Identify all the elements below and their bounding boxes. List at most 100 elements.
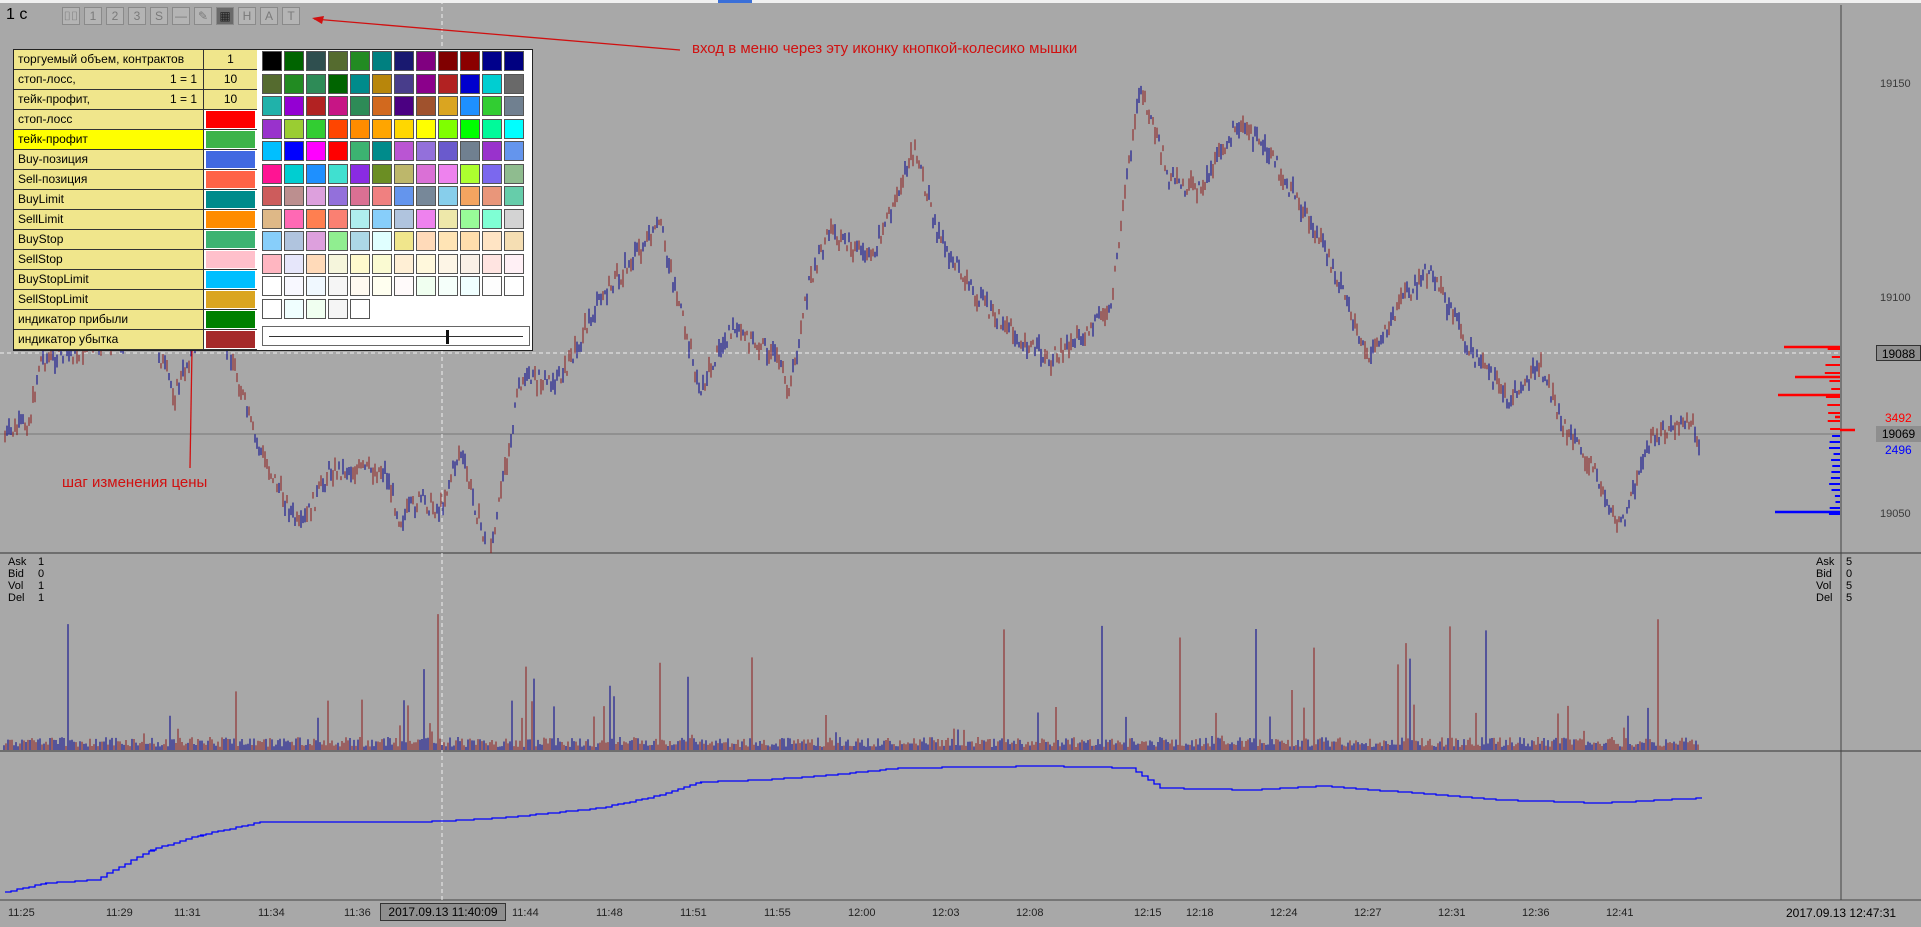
color-row[interactable]: SellStop [14, 250, 257, 270]
palette-color-cell[interactable] [416, 186, 436, 206]
palette-color-cell[interactable] [416, 73, 436, 94]
palette-color-cell[interactable] [460, 51, 480, 71]
palette-color-cell[interactable] [306, 163, 326, 184]
palette-color-cell[interactable] [350, 276, 370, 296]
palette-color-cell[interactable] [416, 96, 436, 116]
color-swatch[interactable] [206, 151, 255, 168]
palette-color-cell[interactable] [438, 73, 458, 94]
palette-color-cell[interactable] [284, 118, 304, 139]
palette-color-cell[interactable] [416, 276, 436, 296]
palette-color-cell[interactable] [460, 163, 480, 184]
color-row[interactable]: индикатор убытка [14, 330, 257, 350]
palette-color-cell[interactable] [504, 163, 524, 184]
palette-color-cell[interactable] [262, 231, 282, 251]
palette-color-cell[interactable] [504, 96, 524, 116]
palette-color-cell[interactable] [482, 96, 502, 116]
color-row[interactable]: BuyStop [14, 230, 257, 250]
palette-color-cell[interactable] [394, 186, 414, 206]
color-swatch[interactable] [206, 331, 255, 348]
palette-color-cell[interactable] [416, 163, 436, 184]
color-swatch[interactable] [206, 311, 255, 328]
palette-color-cell[interactable] [460, 276, 480, 296]
color-swatch[interactable] [206, 131, 255, 148]
palette-color-cell[interactable] [328, 186, 348, 206]
palette-color-cell[interactable] [460, 231, 480, 251]
palette-color-cell[interactable] [350, 186, 370, 206]
palette-color-cell[interactable] [438, 96, 458, 116]
color-swatch[interactable] [206, 251, 255, 268]
palette-color-cell[interactable] [284, 231, 304, 251]
palette-color-cell[interactable] [306, 186, 326, 206]
palette-color-cell[interactable] [394, 231, 414, 251]
color-swatch[interactable] [206, 231, 255, 248]
palette-color-cell[interactable] [350, 231, 370, 251]
palette-color-cell[interactable] [460, 141, 480, 161]
palette-color-cell[interactable] [394, 141, 414, 161]
take-profit-value[interactable]: 10 [204, 90, 257, 109]
palette-color-cell[interactable] [262, 163, 282, 184]
color-swatch[interactable] [206, 111, 255, 128]
palette-color-cell[interactable] [262, 96, 282, 116]
volume-value[interactable]: 1 [204, 50, 257, 69]
take-profit-ratio-value[interactable]: 1 [190, 92, 197, 106]
palette-color-cell[interactable] [262, 276, 282, 296]
palette-color-cell[interactable] [372, 96, 392, 116]
palette-color-cell[interactable] [460, 186, 480, 206]
palette-color-cell[interactable] [438, 231, 458, 251]
color-row[interactable]: стоп-лосс [14, 110, 257, 130]
palette-color-cell[interactable] [394, 208, 414, 229]
palette-color-cell[interactable] [284, 298, 304, 319]
palette-color-cell[interactable] [284, 163, 304, 184]
color-swatch[interactable] [206, 291, 255, 308]
palette-color-cell[interactable] [284, 253, 304, 274]
palette-color-cell[interactable] [416, 141, 436, 161]
slider-knob[interactable] [446, 330, 449, 344]
color-row[interactable]: SellLimit [14, 210, 257, 230]
palette-color-cell[interactable] [284, 96, 304, 116]
palette-color-cell[interactable] [306, 231, 326, 251]
palette-color-cell[interactable] [504, 231, 524, 251]
color-row[interactable]: тейк-профит [14, 130, 257, 150]
palette-color-cell[interactable] [438, 163, 458, 184]
palette-color-cell[interactable] [482, 186, 502, 206]
palette-color-cell[interactable] [372, 73, 392, 94]
palette-color-cell[interactable] [438, 118, 458, 139]
color-row[interactable]: SellStopLimit [14, 290, 257, 310]
palette-color-cell[interactable] [350, 51, 370, 71]
palette-color-cell[interactable] [372, 51, 392, 71]
palette-color-cell[interactable] [460, 73, 480, 94]
color-row[interactable]: BuyLimit [14, 190, 257, 210]
palette-color-cell[interactable] [438, 141, 458, 161]
palette-color-cell[interactable] [504, 118, 524, 139]
palette-color-cell[interactable] [306, 118, 326, 139]
palette-color-cell[interactable] [438, 208, 458, 229]
palette-color-cell[interactable] [262, 51, 282, 71]
palette-color-cell[interactable] [482, 118, 502, 139]
color-row[interactable]: Buy-позиция [14, 150, 257, 170]
palette-color-cell[interactable] [416, 118, 436, 139]
palette-color-cell[interactable] [284, 186, 304, 206]
color-row[interactable]: индикатор прибыли [14, 310, 257, 330]
palette-color-cell[interactable] [416, 51, 436, 71]
take-profit-ratio[interactable]: 1 = 1 [170, 90, 197, 109]
palette-color-cell[interactable] [306, 141, 326, 161]
color-swatch[interactable] [206, 211, 255, 228]
palette-color-cell[interactable] [350, 73, 370, 94]
palette-color-cell[interactable] [328, 141, 348, 161]
palette-color-cell[interactable] [306, 51, 326, 71]
color-swatch[interactable] [206, 191, 255, 208]
palette-color-cell[interactable] [328, 276, 348, 296]
palette-color-cell[interactable] [262, 253, 282, 274]
palette-color-cell[interactable] [372, 163, 392, 184]
palette-color-cell[interactable] [306, 208, 326, 229]
palette-color-cell[interactable] [504, 186, 524, 206]
palette-color-cell[interactable] [262, 141, 282, 161]
palette-color-cell[interactable] [328, 231, 348, 251]
palette-color-cell[interactable] [438, 276, 458, 296]
palette-color-cell[interactable] [262, 118, 282, 139]
palette-color-cell[interactable] [328, 253, 348, 274]
palette-color-cell[interactable] [394, 51, 414, 71]
palette-color-cell[interactable] [482, 231, 502, 251]
palette-color-cell[interactable] [306, 298, 326, 319]
palette-color-cell[interactable] [394, 73, 414, 94]
